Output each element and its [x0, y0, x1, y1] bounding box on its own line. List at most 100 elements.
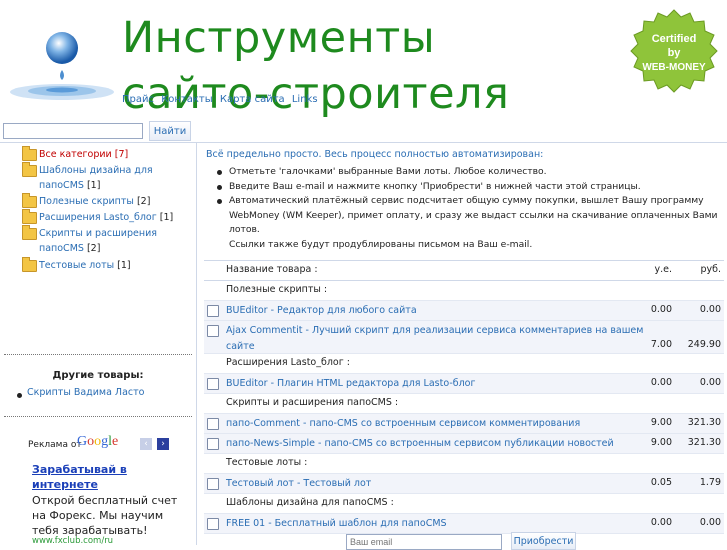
group-title: Расширения Lasto_блог : — [226, 357, 350, 368]
search-button[interactable]: Найти — [149, 121, 191, 141]
intro-text: Всё предельно просто. Весь процесс полно… — [206, 149, 544, 160]
sidebar-item-label: Все категории — [39, 149, 112, 160]
product-link[interactable]: Ajax Commentit - Лучший скрипт для реали… — [226, 323, 646, 355]
sidebar-item-count: [1] — [117, 260, 131, 271]
water-drop-logo — [10, 32, 114, 100]
price-rub: 321.30 — [687, 417, 721, 428]
sidebar-item-test-lots[interactable]: Тестовые лоты [1] — [22, 257, 131, 273]
product-link[interactable]: папо-Comment - папо-CMS со встроенным се… — [226, 416, 646, 432]
price-ue: 9.00 — [650, 437, 672, 448]
price-rub: 1.79 — [699, 477, 721, 488]
product-checkbox[interactable] — [207, 518, 219, 530]
other-goods-heading: Другие товары: — [52, 370, 144, 381]
ads-label: Реклама от — [28, 440, 82, 450]
ads-prev-button[interactable]: ‹ — [140, 438, 152, 450]
folder-icon — [22, 193, 37, 208]
group-row: Расширения Lasto_блог : — [204, 354, 724, 374]
folder-icon — [22, 162, 37, 177]
instruction-text: Отметьте 'галочками' выбранные Вами лоты… — [229, 166, 547, 177]
table-row: папо-Comment - папо-CMS со встроенным се… — [204, 414, 724, 434]
sidebar-item-count: [7] — [114, 149, 129, 160]
sidebar-divider — [4, 354, 192, 355]
header: Инструменты сайто-строителя Certified by… — [0, 0, 727, 120]
certified-badge-icon[interactable]: Certified by WEB-MONEY — [628, 8, 720, 100]
other-goods-link[interactable]: Скрипты Вадима Ласто — [17, 387, 145, 398]
price-ue: 0.00 — [650, 517, 672, 528]
instruction-text: Введите Ваш e-mail и нажмите кнопку 'При… — [229, 180, 641, 192]
buy-button[interactable]: Приобрести — [511, 532, 576, 550]
group-title: Шаблоны дизайна для папоCMS : — [226, 497, 394, 508]
instruction-text: Автоматический платёжный сервис подсчита… — [229, 195, 718, 236]
nav-link-sitemap[interactable]: Карта сайта — [220, 94, 285, 105]
ad-title-link[interactable]: Зарабатывай в интернете — [32, 462, 162, 492]
sidebar-item-all-categories[interactable]: Все категории [7] — [22, 146, 129, 162]
product-checkbox[interactable] — [207, 418, 219, 430]
group-title: Полезные скрипты : — [226, 284, 328, 295]
price-rub: 0.00 — [699, 517, 721, 528]
price-ue: 0.00 — [650, 304, 672, 315]
product-checkbox[interactable] — [207, 438, 219, 450]
bullet-icon — [17, 393, 22, 398]
product-checkbox[interactable] — [207, 478, 219, 490]
sidebar-item-templates[interactable]: Шаблоны дизайна для папоCMS [1] — [22, 162, 162, 193]
sidebar-item-label: Полезные скрипты — [39, 196, 134, 207]
bullet-icon — [217, 184, 222, 190]
nav-link-links[interactable]: Links — [292, 94, 318, 105]
table-row: BUEditor - Редактор для любого сайта 0.0… — [204, 301, 724, 321]
sidebar-item-count: [1] — [159, 212, 174, 223]
table-row: папо-News-Simple - папо-CMS со встроенны… — [204, 434, 724, 454]
ads-next-button[interactable]: › — [157, 438, 169, 450]
nav-link-price[interactable]: Прайс — [122, 94, 154, 105]
sidebar-divider — [4, 416, 192, 417]
google-logo[interactable]: Google — [77, 434, 118, 450]
sidebar-item-lasto-extensions[interactable]: Расширения Lasto_блог [1] — [22, 209, 174, 225]
table-row: BUEditor - Плагин HTML редактора для Las… — [204, 374, 724, 394]
folder-icon — [22, 209, 37, 224]
product-checkbox[interactable] — [207, 378, 219, 390]
instruction-item: Отметьте 'галочками' выбранные Вами лоты… — [217, 165, 719, 180]
nav-link-contacts[interactable]: Контакты — [161, 94, 212, 105]
sidebar-item-napocms-scripts[interactable]: Скрипты и расширения папоCMS [2] — [22, 225, 162, 256]
group-title: Скрипты и расширения папоCMS : — [226, 397, 399, 408]
instruction-item: Введите Ваш e-mail и нажмите кнопку 'При… — [217, 180, 719, 195]
price-ue: 0.05 — [650, 477, 672, 488]
product-checkbox[interactable] — [207, 325, 219, 337]
column-header-name: Название товара : — [226, 264, 318, 275]
price-rub: 249.90 — [687, 339, 721, 350]
product-link[interactable]: папо-News-Simple - папо-CMS со встроенны… — [226, 436, 646, 452]
instruction-item: Автоматический платёжный сервис подсчита… — [217, 194, 719, 238]
main-content: Всё предельно просто. Весь процесс полно… — [197, 143, 727, 550]
sidebar-item-count: [1] — [86, 180, 101, 191]
table-row: Ajax Commentit - Лучший скрипт для реали… — [204, 321, 724, 354]
column-header-ue: у.е. — [654, 264, 672, 275]
home-folder-icon — [22, 146, 37, 161]
table-row: Тестовый лот - Тестовый лот 0.05 1.79 — [204, 474, 724, 494]
badge-line-1: Certified — [652, 33, 697, 45]
price-rub: 321.30 — [687, 437, 721, 448]
folder-icon — [22, 257, 37, 272]
product-checkbox[interactable] — [207, 305, 219, 317]
price-rub: 0.00 — [699, 304, 721, 315]
sidebar-item-scripts[interactable]: Полезные скрипты [2] — [22, 193, 150, 209]
other-goods-label: Скрипты Вадима Ласто — [27, 387, 145, 398]
product-link[interactable]: BUEditor - Редактор для любого сайта — [226, 303, 646, 319]
instructions-list: Отметьте 'галочками' выбранные Вами лоты… — [217, 165, 719, 253]
search-input[interactable] — [3, 123, 143, 139]
sidebar-item-label: Расширения Lasto_блог — [39, 212, 157, 223]
product-link[interactable]: FREE 01 - Бесплатный шаблон для папоCMS — [226, 516, 646, 532]
instruction-note: Ссылки также будут продублированы письмо… — [229, 238, 533, 250]
table-row: FREE 01 - Бесплатный шаблон для папоCMS … — [204, 514, 724, 534]
product-link[interactable]: BUEditor - Плагин HTML редактора для Las… — [226, 376, 646, 392]
email-field[interactable] — [346, 534, 502, 550]
checkout-form: Приобрести — [346, 532, 596, 550]
bullet-icon — [217, 199, 222, 205]
folder-icon — [22, 225, 37, 240]
column-header-rub: руб. — [700, 264, 721, 275]
bullet-icon — [217, 170, 222, 175]
sidebar: Все категории [7] Шаблоны дизайна для па… — [0, 143, 197, 546]
product-link[interactable]: Тестовый лот - Тестовый лот — [226, 476, 646, 492]
price-rub: 0.00 — [699, 377, 721, 388]
page-title: Инструменты сайто-строителя — [122, 13, 510, 119]
group-row: Полезные скрипты : — [204, 281, 724, 301]
products-table: Название товара : у.е. руб. Полезные скр… — [204, 260, 724, 534]
